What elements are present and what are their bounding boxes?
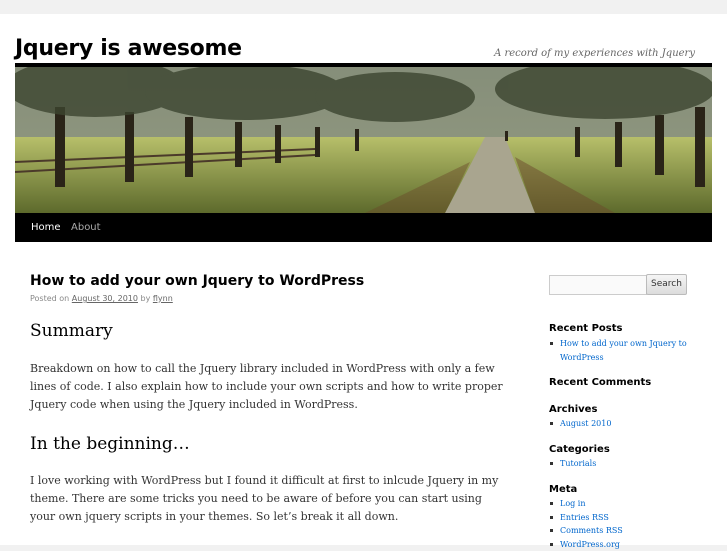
section-body-summary: Breakdown on how to call the Jquery libr…: [30, 360, 510, 414]
nav-item-home[interactable]: Home: [23, 213, 69, 242]
nav-item-about[interactable]: About: [63, 213, 109, 242]
widget-title-archives: Archives: [549, 404, 597, 415]
archive-link[interactable]: August 2010: [549, 417, 719, 431]
section-heading-summary: Summary: [30, 321, 113, 341]
widget-title-recent-comments: Recent Comments: [549, 377, 651, 388]
recent-post-link[interactable]: How to add your own Jquery to WordPress: [549, 337, 719, 364]
category-link[interactable]: Tutorials: [549, 457, 719, 471]
site-title[interactable]: Jquery is awesome: [15, 36, 242, 61]
main-nav: Home About: [15, 213, 712, 242]
post-author-link[interactable]: flynn: [153, 294, 173, 303]
widget-list-recent-posts: How to add your own Jquery to WordPress: [549, 337, 719, 364]
section-body-beginning: I love working with WordPress but I foun…: [30, 472, 510, 526]
header-image: [15, 63, 712, 217]
post-meta: Posted on August 30, 2010 by flynn: [30, 294, 173, 303]
post-meta-by: by: [141, 294, 151, 303]
section-heading-beginning: In the beginning…: [30, 434, 190, 454]
widget-list-archives: August 2010: [549, 417, 719, 431]
site-tagline: A record of my experiences with Jquery: [494, 48, 695, 59]
meta-link-wordpress[interactable]: WordPress.org: [549, 538, 719, 551]
meta-link-entries-rss[interactable]: Entries RSS: [549, 511, 719, 525]
widget-list-categories: Tutorials: [549, 457, 719, 471]
meta-link-login[interactable]: Log in: [549, 497, 719, 511]
search-input[interactable]: [549, 275, 647, 295]
widget-list-meta: Log in Entries RSS Comments RSS WordPres…: [549, 497, 719, 551]
post-date-link[interactable]: August 30, 2010: [72, 294, 138, 303]
widget-title-recent-posts: Recent Posts: [549, 323, 622, 334]
search-button[interactable]: Search: [646, 274, 687, 295]
widget-title-meta: Meta: [549, 484, 577, 495]
post-title[interactable]: How to add your own Jquery to WordPress: [30, 273, 364, 289]
meta-link-comments-rss[interactable]: Comments RSS: [549, 524, 719, 538]
post-meta-prefix: Posted on: [30, 294, 69, 303]
widget-title-categories: Categories: [549, 444, 610, 455]
